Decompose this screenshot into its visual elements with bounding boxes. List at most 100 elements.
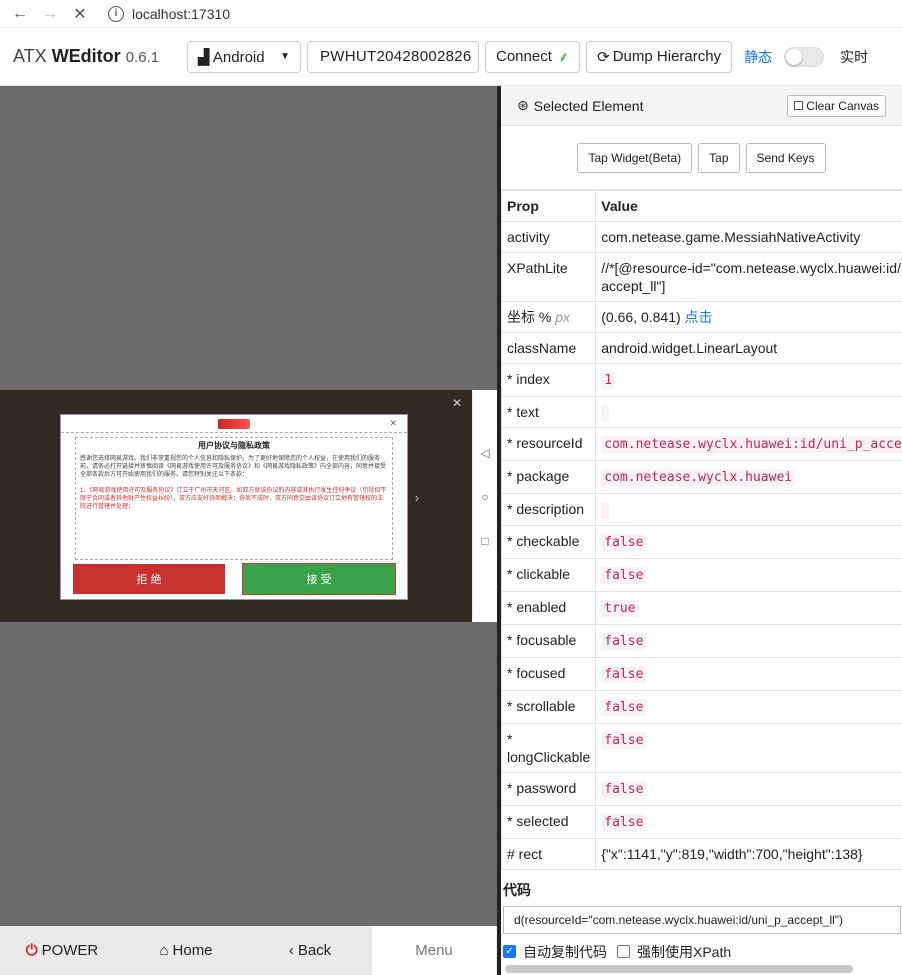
stop-loading-icon[interactable]: ✕ (68, 4, 92, 24)
forward-arrow-icon[interactable]: → (38, 5, 62, 23)
table-row: * clickable false (501, 557, 902, 592)
table-row: * description (501, 493, 902, 526)
code-value: false (601, 566, 647, 584)
table-row: className android.widget.LinearLayout (501, 332, 902, 364)
code-value: false (601, 533, 647, 551)
prop-value (595, 395, 902, 429)
horizontal-scrollbar[interactable] (505, 965, 853, 973)
code-value: true (601, 599, 639, 617)
prop-value: true (595, 590, 902, 625)
code-value: false (601, 813, 647, 831)
address-bar[interactable]: localhost:17310 (132, 6, 230, 22)
code-value: com.netease.wyclx.huawei:id/uni_p_accept… (601, 436, 902, 454)
dialog-text: 感谢您选择网易游戏。我们非常重视您的个人信息和隐私保护。为了更好地保障您的个人权… (80, 456, 387, 478)
table-row: * password false (501, 771, 902, 806)
prop-value: android.widget.LinearLayout (595, 332, 902, 364)
prop-key: XPathLite (501, 252, 597, 302)
prop-key: * clickable (501, 557, 597, 592)
coord-unit: px (555, 309, 571, 325)
platform-value: ▟ Android (198, 48, 265, 66)
chevron-right-icon: › (415, 491, 419, 505)
inspector-title-text: Selected Element (533, 97, 644, 114)
chevron-left-icon: ‹ (288, 942, 294, 959)
plant-icon: ⸙ (557, 48, 570, 66)
prop-key: * scrollable (501, 689, 597, 724)
prop-value: false (595, 689, 902, 724)
prop-key: * password (501, 771, 597, 806)
auto-copy-checkbox[interactable]: ✓ (503, 945, 516, 959)
menu-button[interactable]: Menu (372, 926, 496, 975)
clear-canvas-label: Clear Canvas (806, 98, 879, 113)
prop-value: false (595, 623, 902, 658)
back-arrow-icon[interactable]: ← (8, 5, 32, 23)
power-button[interactable]: ⏻ POWER (0, 926, 124, 975)
inspector-header: ⊛ Selected Element Clear Canvas (501, 86, 902, 126)
tap-widget-button[interactable]: Tap Widget(Beta) (577, 142, 693, 173)
prop-key: * package (501, 460, 597, 495)
table-row: # rect {"x":1141,"y":819,"width":700,"he… (501, 837, 902, 870)
brand-name: WEditor (51, 46, 121, 66)
dialog-title: 用户协议与隐私政策 (198, 441, 270, 450)
toggle-knob (786, 48, 803, 65)
props-table: Prop Value activity com.netease.game.Mes… (501, 190, 902, 870)
code-input[interactable]: d(resourceId="com.netease.wyclx.huawei:i… (503, 905, 901, 934)
browser-toolbar: ← → ✕ i localhost:17310 (0, 0, 902, 28)
dump-hierarchy-button[interactable]: ⟳ Dump Hierarchy (586, 40, 733, 73)
agreement-dialog[interactable]: ✕ 用户协议与隐私政策 感谢您选择网易游戏。我们非常重视您的个人信息和隐私保护。… (60, 414, 419, 600)
table-row: XPathLite //*[@resource-id="com.netease.… (501, 252, 902, 302)
dialog-red-text: 1、《网易游戏使用许可及服务协议》订立于广州市天河区。如双方就该协议的内容或其执… (80, 488, 387, 510)
app-toolbar: ATX WEditor 0.6.1 ▟ Android ▼ PWHUT20428… (0, 28, 902, 86)
device-serial-input[interactable]: PWHUT20428002826 (307, 40, 479, 73)
accept-button[interactable]: 接 受 (242, 563, 396, 595)
code-value: false (601, 698, 647, 716)
prop-header: Prop (501, 190, 597, 222)
table-row: * focused false (501, 656, 902, 691)
table-row: * focusable false (501, 623, 902, 658)
clear-canvas-button[interactable]: Clear Canvas (787, 94, 886, 117)
prop-value: false (595, 656, 902, 691)
auto-copy-label: 自动复制代码 (523, 943, 607, 960)
prop-value: 1 (595, 363, 902, 397)
prop-key: activity (501, 221, 597, 253)
table-row: * text (501, 395, 902, 429)
screenshot-close-icon: ✕ (451, 396, 462, 410)
nav-recents-icon[interactable]: □ (473, 534, 497, 548)
home-button[interactable]: ⌂ Home (124, 926, 248, 975)
device-nav-bar: ◁ ○ □ (472, 390, 497, 622)
coord-value: (0.66, 0.841) (601, 309, 681, 325)
code-label: 代码 (503, 881, 531, 898)
table-row: 坐标 % px (0.66, 0.841) 点击 (501, 301, 902, 333)
static-mode-label[interactable]: 静态 (744, 47, 772, 67)
code-options: ✓ 自动复制代码 强制使用XPath (503, 942, 902, 962)
send-keys-button[interactable]: Send Keys (745, 142, 826, 173)
code-value: false (601, 665, 647, 683)
brand-prefix: ATX (13, 46, 47, 66)
power-label: POWER (41, 942, 99, 959)
action-buttons: Tap Widget(Beta) Tap Send Keys (501, 126, 902, 190)
reject-button[interactable]: 拒 绝 (73, 564, 225, 594)
platform-select[interactable]: ▟ Android ▼ (187, 40, 301, 73)
table-row: * resourceId com.netease.wyclx.huawei:id… (501, 427, 902, 462)
mode-toggle-switch[interactable] (784, 46, 825, 67)
connect-label: Connect (496, 48, 552, 65)
back-button[interactable]: ‹ Back (248, 926, 372, 975)
refresh-icon: ⟳ (597, 48, 610, 66)
tap-button[interactable]: Tap (698, 142, 740, 173)
prop-value: com.netease.game.MessiahNativeActivity (595, 221, 902, 253)
element-inspector-panel: ⊛ Selected Element Clear Canvas Tap Widg… (501, 86, 902, 975)
site-info-icon[interactable]: i (108, 5, 124, 22)
prop-key: * selected (501, 804, 597, 839)
force-xpath-checkbox[interactable] (617, 945, 630, 959)
target-icon: ⊛ (517, 97, 529, 113)
nav-back-icon[interactable]: ◁ (473, 446, 497, 460)
tap-coord-link[interactable]: 点击 (685, 309, 713, 325)
prop-key: * description (501, 493, 597, 526)
realtime-mode-label[interactable]: 实时 (840, 47, 868, 67)
code-value: false (601, 632, 647, 650)
table-row: * enabled true (501, 590, 902, 625)
connect-button[interactable]: Connect ⸙ (485, 40, 581, 73)
code-value: com.netease.wyclx.huawei (601, 469, 796, 487)
caret-down-icon: ▼ (280, 51, 290, 62)
device-screenshot[interactable]: ✕ ✕ 用户协议与隐私政策 感谢您选择网易游戏。我们非常重视您的个人信息和隐私保… (0, 390, 472, 622)
nav-home-icon[interactable]: ○ (473, 490, 497, 504)
